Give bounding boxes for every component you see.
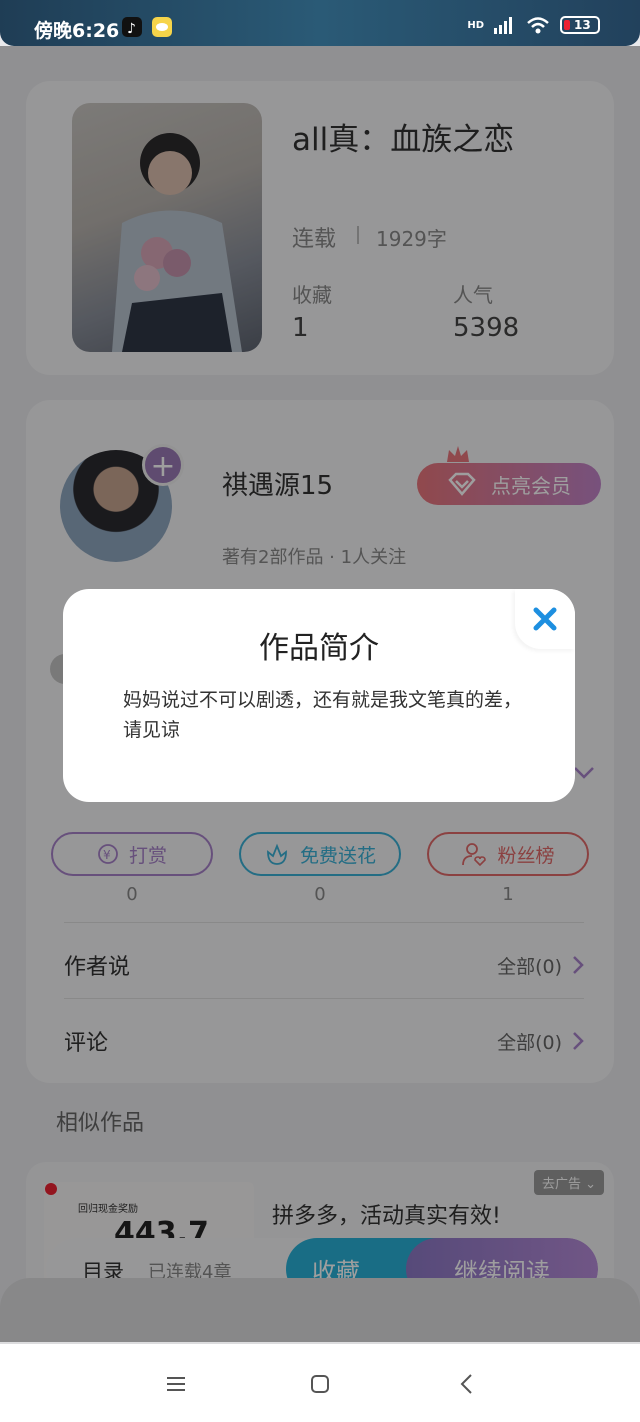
modal-title: 作品简介 xyxy=(259,631,379,666)
chat-app-icon xyxy=(152,17,172,37)
battery-icon: 13 xyxy=(560,16,600,34)
status-bar: 傍晚6:26 ♪ HD 13 xyxy=(0,0,640,46)
signal-icon xyxy=(494,17,512,34)
system-nav-bar xyxy=(0,1344,640,1422)
menu-icon xyxy=(167,1377,185,1391)
status-indicators: HD 13 xyxy=(467,16,600,34)
close-button[interactable] xyxy=(515,589,575,649)
back-icon xyxy=(460,1374,472,1394)
network-label: HD xyxy=(467,19,484,31)
back-nav-button[interactable] xyxy=(452,1370,480,1398)
home-square-icon xyxy=(311,1375,329,1393)
menu-nav-button[interactable] xyxy=(162,1370,190,1398)
status-time: 傍晚6:26 xyxy=(34,20,120,42)
close-icon xyxy=(533,607,557,631)
tiktok-icon: ♪ xyxy=(122,17,142,37)
intro-modal: 作品简介 妈妈说过不可以剧透，还有就是我文笔真的差，请见谅 xyxy=(63,589,575,802)
home-nav-button[interactable] xyxy=(306,1370,334,1398)
modal-body: 妈妈说过不可以剧透，还有就是我文笔真的差，请见谅 xyxy=(123,689,523,741)
wifi-icon xyxy=(527,17,549,34)
svg-text:♪: ♪ xyxy=(127,21,136,37)
